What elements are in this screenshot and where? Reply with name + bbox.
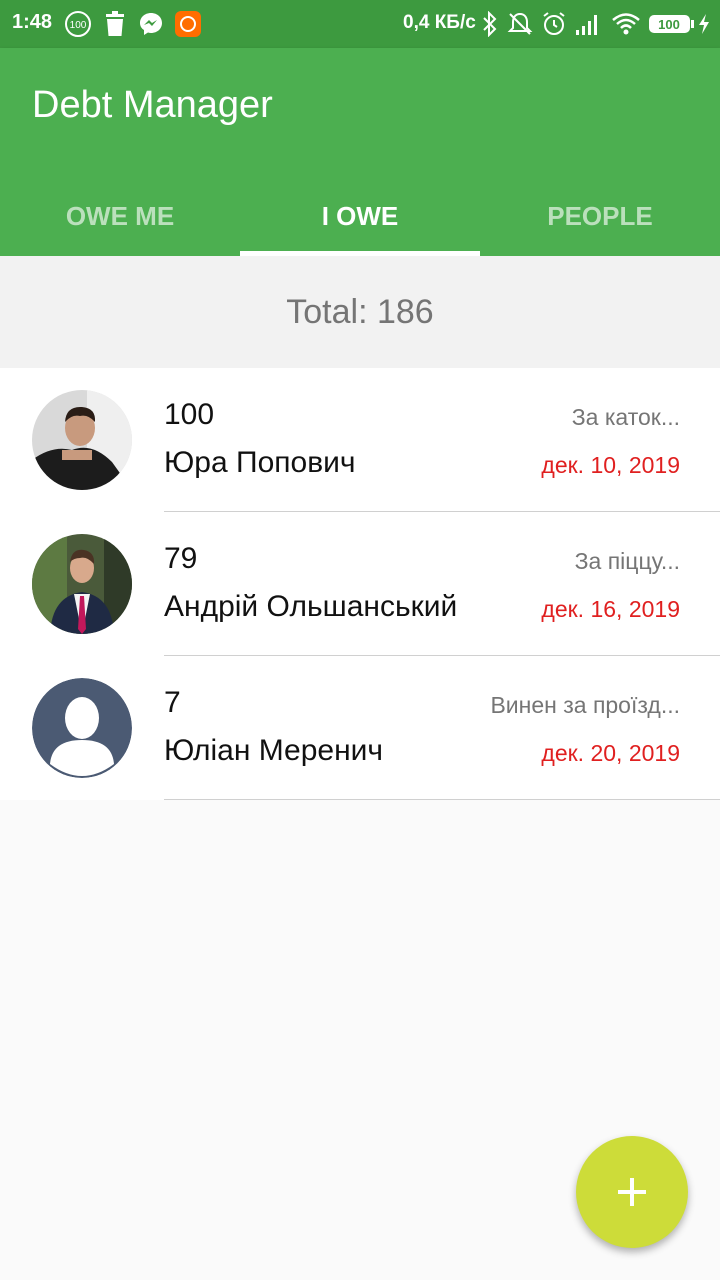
debt-date: дек. 16, 2019 (541, 596, 680, 622)
charging-icon (697, 10, 711, 38)
mute-icon (506, 10, 534, 38)
debt-row[interactable]: 100 Юра Попович За каток... дек. 10, 201… (0, 368, 720, 512)
person-name: Юра Попович (164, 446, 356, 479)
total-summary: Total: 186 (0, 256, 720, 368)
signal-icon (574, 10, 602, 38)
total-label: Total: 186 (286, 292, 434, 331)
debt-amount: 79 (164, 542, 198, 575)
battery-icon: 100 (648, 10, 696, 38)
avatar (32, 390, 132, 490)
default-avatar-icon (32, 678, 132, 778)
trash-icon (103, 10, 127, 38)
debt-note: За піццу... (574, 548, 680, 574)
alarm-icon (541, 10, 567, 38)
avatar (32, 534, 132, 634)
debt-list: 100 Юра Попович За каток... дек. 10, 201… (0, 368, 720, 800)
bluetooth-icon (481, 10, 499, 38)
status-time: 1:48 (12, 11, 53, 33)
app-bar: Debt Manager OWE ME I OWE PEOPLE (0, 48, 720, 256)
debt-row[interactable]: 7 Юліан Меренич Винен за проїзд... дек. … (0, 656, 720, 800)
debt-row[interactable]: 79 Андрій Ольшанський За піццу... дек. 1… (0, 512, 720, 656)
app-notification-icon (174, 10, 202, 38)
person-name: Андрій Ольшанський (164, 590, 458, 623)
debt-amount: 100 (164, 398, 215, 431)
tab-bar: OWE ME I OWE PEOPLE (0, 176, 720, 256)
debt-note: За каток... (571, 404, 680, 430)
network-speed: 0,4 КБ/с (403, 12, 476, 33)
tab-owe-me[interactable]: OWE ME (0, 176, 240, 256)
debt-date: дек. 10, 2019 (541, 452, 680, 478)
notification-badge-icon: 100 (64, 10, 92, 38)
svg-text:100: 100 (70, 20, 87, 31)
wifi-icon (611, 10, 641, 38)
person-name: Юліан Меренич (164, 734, 384, 767)
plus-icon (618, 1178, 646, 1206)
add-debt-button[interactable] (576, 1136, 688, 1248)
debt-amount: 7 (164, 686, 181, 719)
debt-date: дек. 20, 2019 (541, 740, 680, 766)
status-bar: 1:48 100 0,4 КБ/с 100 (0, 0, 720, 48)
svg-text:100: 100 (658, 17, 680, 32)
divider (164, 799, 720, 800)
tab-people[interactable]: PEOPLE (480, 176, 720, 256)
app-title: Debt Manager (32, 84, 273, 126)
debt-note: Винен за проїзд... (490, 692, 680, 718)
tab-i-owe[interactable]: I OWE (240, 176, 480, 256)
messenger-icon (138, 10, 164, 38)
